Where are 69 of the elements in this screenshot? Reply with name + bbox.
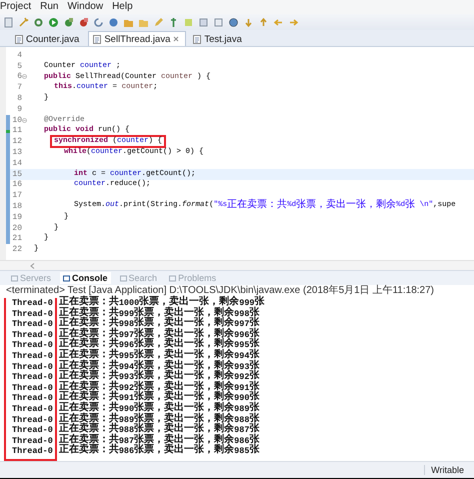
menu-item[interactable]: Help [112, 1, 133, 13]
line-number: 11 [11, 126, 22, 136]
line-number: 10 [11, 116, 22, 125]
menu-item[interactable]: Project [0, 1, 32, 13]
console-thread-name: Thread-0 [12, 436, 53, 446]
scroll-left-icon[interactable] [30, 262, 35, 268]
fold-icon[interactable] [22, 74, 27, 80]
view-tab[interactable]: Console [60, 272, 111, 284]
editor-tab[interactable]: Counter.java [10, 31, 86, 46]
line-number: 20 [11, 224, 22, 233]
line-number: 22 [11, 245, 22, 254]
line-number: 14 [11, 158, 22, 168]
fold-icon[interactable] [22, 118, 27, 123]
line-number: 8 [16, 94, 22, 104]
status-text: Writable [424, 465, 464, 475]
java-file-icon [93, 34, 102, 44]
console-thread-name: Thread-0 [12, 298, 53, 309]
refresh-icon[interactable] [93, 16, 104, 28]
line-number: 5 [16, 62, 22, 71]
line-number: 4 [16, 50, 22, 60]
menu-item[interactable]: Run [40, 1, 58, 13]
menu-item[interactable]: Window [67, 1, 104, 13]
line-number: 15 [11, 170, 22, 179]
line-number: 16 [11, 180, 22, 190]
line-number: 7 [16, 83, 22, 92]
horizontal-scrollbar[interactable] [0, 260, 474, 270]
view-icon [120, 274, 127, 282]
page-icon[interactable] [3, 16, 14, 28]
circle-icon[interactable] [108, 16, 119, 28]
arrow-left-icon[interactable] [273, 16, 284, 28]
pencil-icon[interactable] [153, 16, 164, 28]
console-message: 正在卖票：共990张票，卖出一张，剩余989张 [58, 404, 260, 414]
line-number: 9 [16, 104, 22, 114]
line-number: 6 [16, 72, 22, 82]
console-thread-name: Thread-0 [12, 446, 53, 457]
console-thread-name: Thread-0 [12, 382, 53, 394]
editor-tab[interactable]: SellThread.java [88, 31, 186, 46]
console-thread-name: Thread-0 [12, 425, 53, 436]
console-thread-name: Thread-0 [12, 350, 53, 362]
java-file-icon [193, 34, 202, 44]
run-icon[interactable] [48, 16, 59, 28]
line-number: 18 [11, 202, 22, 212]
line-number: 19 [11, 212, 22, 222]
console-thread-name: Thread-0 [12, 414, 53, 426]
view-icon [63, 274, 70, 282]
console-header: <terminated> Test [Java Application] D:\TOOLS\JDK\bin\javaw.exe (2018年5月1日 上午11:18:27) [5, 285, 435, 296]
console-thread-name: Thread-0 [12, 393, 53, 404]
editor-tab[interactable]: Test.java [188, 31, 249, 46]
view-icon [11, 274, 18, 282]
console-thread-name: Thread-0 [12, 319, 53, 330]
console-thread-name: Thread-0 [12, 308, 53, 320]
console-thread-name: Thread-0 [12, 404, 53, 415]
close-icon[interactable] [173, 36, 180, 42]
arrow-right-icon[interactable] [288, 16, 299, 28]
line-number: 21 [11, 234, 22, 244]
line-number: 13 [11, 148, 22, 158]
view-icon [169, 274, 176, 282]
line-number: 12 [11, 137, 22, 146]
console-message: 正在卖票：共986张票，卖出一张，剩余985张 [58, 446, 260, 457]
console-message: 正在卖票：共995张票，卖出一张，剩余994张 [58, 350, 260, 361]
arrow-up-icon[interactable] [258, 16, 269, 28]
console-thread-name: Thread-0 [12, 330, 53, 340]
console-message: 正在卖票：共1000张票，卖出一张，剩余999张 [58, 298, 265, 308]
console-thread-name: Thread-0 [12, 340, 53, 351]
console-thread-name: Thread-0 [12, 362, 53, 372]
arrow-down-icon[interactable] [243, 16, 254, 28]
java-file-icon [15, 34, 23, 44]
console-thread-name: Thread-0 [12, 372, 53, 383]
line-number: 17 [11, 191, 22, 200]
